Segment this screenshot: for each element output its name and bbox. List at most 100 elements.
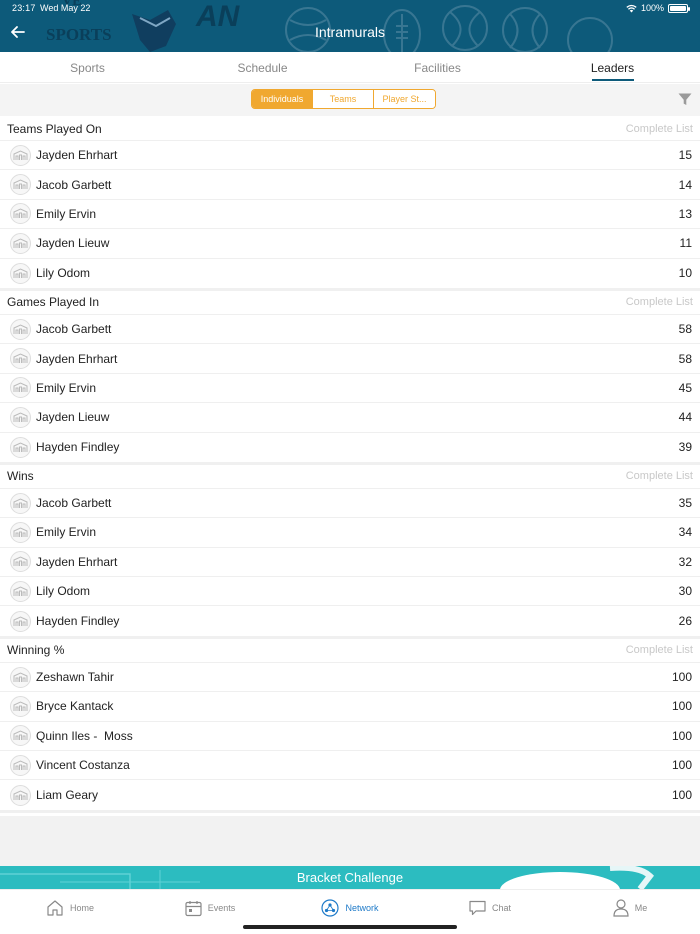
leader-row[interactable]: Lily Odom 10 (0, 259, 700, 288)
leader-row[interactable]: Bryce Kantack 100 (0, 692, 700, 722)
section-header: Teams Played On Complete List (0, 117, 700, 141)
stat-value: 26 (678, 614, 692, 629)
player-name: Jayden Ehrhart (36, 351, 118, 366)
player-name: Quinn Iles - Moss (36, 728, 133, 743)
avatar-placeholder-icon (10, 318, 31, 340)
bottom-navigation: Home Events Network Chat Me (0, 889, 700, 934)
segment-player-stats[interactable]: Player St... (374, 90, 435, 108)
tab-facilities[interactable]: Facilities (350, 52, 525, 82)
tab-label: Leaders (590, 61, 635, 75)
leader-row[interactable]: Jayden Lieuw 44 (0, 403, 700, 433)
complete-list-link[interactable]: Complete List (626, 123, 693, 135)
avatar-placeholder-icon (10, 436, 31, 458)
leader-row[interactable]: Emily Ervin 34 (0, 518, 700, 548)
network-icon (321, 899, 340, 917)
active-tab-indicator (591, 79, 634, 81)
tab-label: Sports (70, 61, 105, 75)
tab-label: Schedule (237, 61, 288, 75)
avatar-placeholder-icon (10, 754, 31, 776)
leader-row[interactable]: Jayden Ehrhart 32 (0, 548, 700, 578)
leader-row[interactable]: Lily Odom 30 (0, 577, 700, 607)
section-title: Teams Played On (7, 121, 102, 136)
tab-schedule[interactable]: Schedule (175, 52, 350, 82)
player-name: Jacob Garbett (36, 496, 112, 511)
bracket-challenge-banner[interactable]: Bracket Challenge (0, 866, 700, 889)
segmented-control: Individuals Teams Player St... (251, 89, 436, 109)
player-name: Emily Ervin (36, 525, 97, 540)
nav-home[interactable]: Home (0, 890, 140, 934)
leader-row[interactable]: Emily Ervin 13 (0, 200, 700, 230)
complete-list-link[interactable]: Complete List (626, 470, 693, 482)
battery-icon (668, 3, 690, 13)
leader-row[interactable]: Emily Ervin 45 (0, 374, 700, 404)
banner-label: Bracket Challenge (296, 870, 404, 885)
complete-list-link[interactable]: Complete List (626, 644, 693, 656)
top-tabs: Sports Schedule Facilities Leaders (0, 52, 700, 83)
leader-row[interactable]: Liam Geary 100 (0, 780, 700, 809)
status-right: 100% (626, 3, 690, 13)
player-name: Jayden Lieuw (36, 236, 110, 251)
nav-label: Network (345, 903, 379, 913)
leader-section: Wins Complete List Jacob Garbett 35 Emily Er… (0, 464, 700, 639)
avatar-placeholder-icon (10, 725, 31, 747)
avatar-placeholder-icon (10, 174, 31, 196)
chat-icon (469, 900, 486, 916)
player-name: Jayden Lieuw (36, 410, 110, 425)
filter-icon[interactable] (678, 93, 692, 106)
section-header: Wins Complete List (0, 465, 700, 489)
leader-row[interactable]: Jacob Garbett 35 (0, 489, 700, 519)
leader-section: Teams Played On Complete List Jayden Ehrha… (0, 117, 700, 291)
stat-value: 35 (678, 496, 692, 511)
avatar-placeholder-icon (10, 784, 31, 806)
leader-row[interactable]: Jayden Lieuw 11 (0, 229, 700, 259)
stat-value: 10 (678, 266, 692, 281)
stat-value: 100 (671, 728, 692, 743)
leader-section: Games Played In Complete List Jacob Garbet… (0, 290, 700, 465)
leader-row[interactable]: Vincent Costanza 100 (0, 751, 700, 781)
avatar-placeholder-icon (10, 262, 31, 284)
leader-row[interactable]: Jayden Ehrhart 58 (0, 344, 700, 374)
stat-value: 11 (679, 236, 692, 251)
stat-value: 30 (678, 584, 692, 599)
leader-section: Winning % Complete List Zeshawn Tahir 100 Br… (0, 638, 700, 813)
section-title: Winning % (7, 643, 65, 658)
person-icon (613, 899, 629, 917)
leader-row[interactable]: Jayden Ehrhart 15 (0, 141, 700, 171)
leader-row[interactable]: Jacob Garbett 14 (0, 170, 700, 200)
leader-row[interactable]: Quinn Iles - Moss 100 (0, 722, 700, 752)
tab-sports[interactable]: Sports (0, 52, 175, 82)
segment-individuals[interactable]: Individuals (252, 90, 313, 108)
avatar-placeholder-icon (10, 695, 31, 717)
stat-value: 100 (671, 670, 692, 685)
avatar-placeholder-icon (10, 492, 31, 514)
stat-value: 44 (678, 410, 692, 425)
stat-value: 100 (671, 788, 692, 803)
player-name: Lily Odom (36, 584, 91, 599)
tab-leaders[interactable]: Leaders (525, 52, 700, 82)
status-time: 23:17 (12, 3, 36, 13)
home-indicator (243, 925, 457, 929)
segment-teams[interactable]: Teams (313, 90, 374, 108)
page-title: Intramurals (314, 24, 386, 40)
leader-row[interactable]: Zeshawn Tahir 100 (0, 663, 700, 693)
battery-percent: 100% (640, 3, 664, 13)
avatar-placeholder-icon (10, 203, 31, 225)
nav-label: Home (69, 903, 94, 913)
nav-label: Events (207, 903, 236, 913)
section-header: Games Played In Complete List (0, 291, 700, 315)
tab-label: Facilities (414, 61, 461, 75)
stat-value: 39 (678, 440, 692, 455)
complete-list-link[interactable]: Complete List (626, 296, 693, 308)
avatar-placeholder-icon (10, 551, 31, 573)
wifi-icon (626, 4, 637, 12)
player-name: Bryce Kantack (36, 699, 114, 714)
leader-row[interactable]: Hayden Findley 39 (0, 433, 700, 462)
nav-me[interactable]: Me (560, 890, 700, 934)
stat-value: 32 (678, 554, 692, 569)
nav-label: Chat (491, 903, 511, 913)
app-header: SPORTS VE AN 23:17 Wed May 22 100% Intra… (0, 0, 700, 52)
stat-value: 58 (678, 322, 692, 337)
leader-row[interactable]: Jacob Garbett 58 (0, 315, 700, 345)
section-header: Winning % Complete List (0, 639, 700, 663)
leader-row[interactable]: Hayden Findley 26 (0, 606, 700, 635)
